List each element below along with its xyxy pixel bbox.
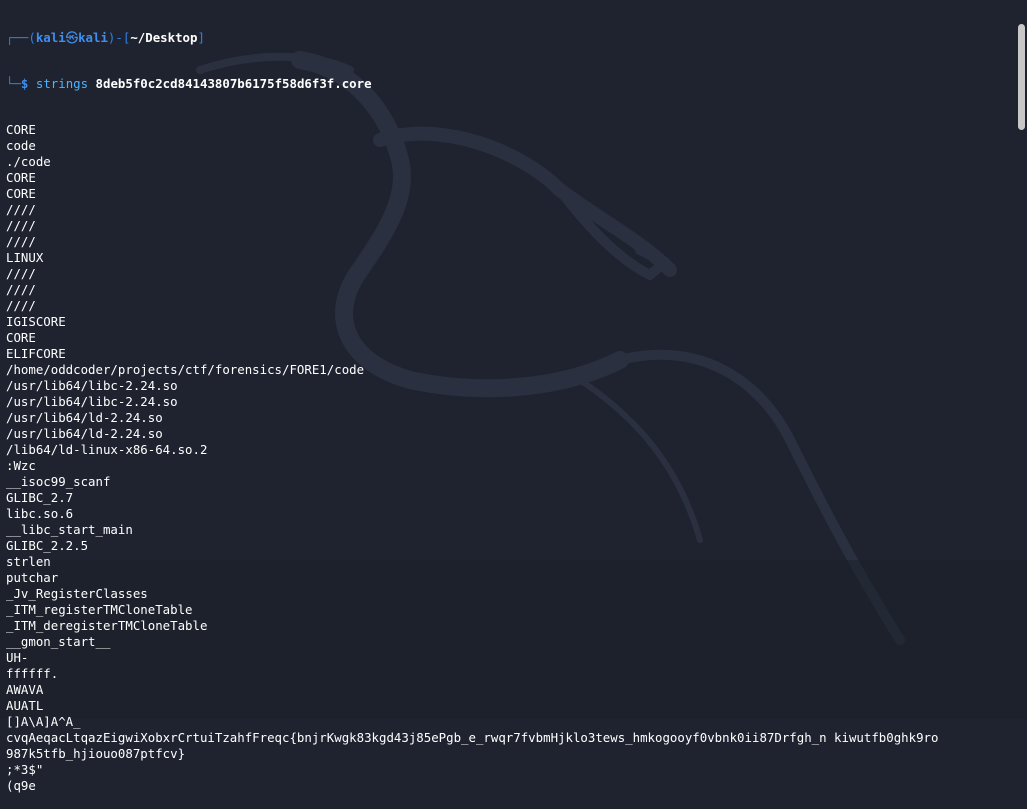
output-line: //// [6, 234, 36, 249]
output-line: LINUX [6, 250, 44, 265]
output-line: _ITM_registerTMCloneTable [6, 602, 193, 617]
output-line: /home/oddcoder/projects/ctf/forensics/FO… [6, 362, 365, 377]
output-line: /usr/lib64/ld-2.24.so [6, 410, 163, 425]
prompt-corner-bottom: └─ [6, 76, 21, 91]
output-line: //// [6, 218, 36, 233]
prompt-user: kali [35, 30, 66, 45]
terminal-output[interactable]: ┌──(kali㉿kali)-[~/Desktop] └─$ strings 8… [6, 0, 1013, 793]
output-line: ;*3$" [6, 762, 44, 777]
output-line: __isoc99_scanf [6, 474, 111, 489]
output-line: _Jv_RegisterClasses [6, 586, 148, 601]
output-line: (q9e [6, 778, 36, 793]
output-line: /usr/lib64/libc-2.24.so [6, 378, 178, 393]
output-line: GLIBC_2.2.5 [6, 538, 89, 553]
output-line: cvqAeqacLtqazEigwiXobxrCrtuiTzahfFreqc{b… [6, 730, 939, 745]
prompt-separator: )-[ [107, 30, 131, 45]
output-line: AUATL [6, 698, 44, 713]
prompt-bracket-end: ] [197, 30, 205, 45]
output-line: ./code [6, 154, 51, 169]
prompt-cwd: ~/Desktop [130, 30, 198, 45]
output-line: //// [6, 282, 36, 297]
prompt-host: kali [78, 30, 108, 45]
prompt-dollar: $ [20, 76, 29, 91]
output-line: _ITM_deregisterTMCloneTable [6, 618, 208, 633]
output-line: :Wzc [6, 458, 36, 473]
output-line: 987k5tfb_hjiouo087ptfcv} [6, 746, 186, 761]
output-line: UH- [6, 650, 29, 665]
output-line: putchar [6, 570, 59, 585]
output-line: __gmon_start__ [6, 634, 111, 649]
output-line: CORE [6, 330, 36, 345]
output-line: ffffff. [6, 666, 59, 681]
prompt-corner-top: ┌──( [6, 30, 36, 45]
output-line: libc.so.6 [6, 506, 74, 521]
output-line: IGISCORE [6, 314, 66, 329]
command-argument: 8deb5f0c2cd84143807b6175f58d6f3f.core [95, 76, 372, 91]
output-line: CORE [6, 170, 36, 185]
output-line: //// [6, 202, 36, 217]
output-line: []A\A]A^A_ [6, 714, 81, 729]
output-line: AWAVA [6, 682, 44, 697]
output-line: /usr/lib64/libc-2.24.so [6, 394, 178, 409]
terminal-scrollbar[interactable] [1018, 24, 1025, 130]
output-line: CORE [6, 186, 36, 201]
output-line: CORE [6, 122, 36, 137]
output-line: strlen [6, 554, 51, 569]
command-name: strings [35, 76, 89, 91]
output-line: /usr/lib64/ld-2.24.so [6, 426, 163, 441]
output-line: __libc_start_main [6, 522, 133, 537]
output-line: GLIBC_2.7 [6, 490, 74, 505]
command-output: CORE code ./code CORE CORE////////////LINUX /… [6, 122, 1013, 794]
output-line: //// [6, 266, 36, 281]
prompt-at-icon: ㉿ [65, 30, 79, 45]
prompt-line-1: ┌──(kali㉿kali)-[~/Desktop] [6, 30, 1013, 46]
output-line: //// [6, 298, 36, 313]
output-line: ELIFCORE [6, 346, 66, 361]
output-line: /lib64/ld-linux-x86-64.so.2 [6, 442, 208, 457]
prompt-line-2: └─$ strings 8deb5f0c2cd84143807b6175f58d… [6, 76, 1013, 92]
output-line: code [6, 138, 36, 153]
